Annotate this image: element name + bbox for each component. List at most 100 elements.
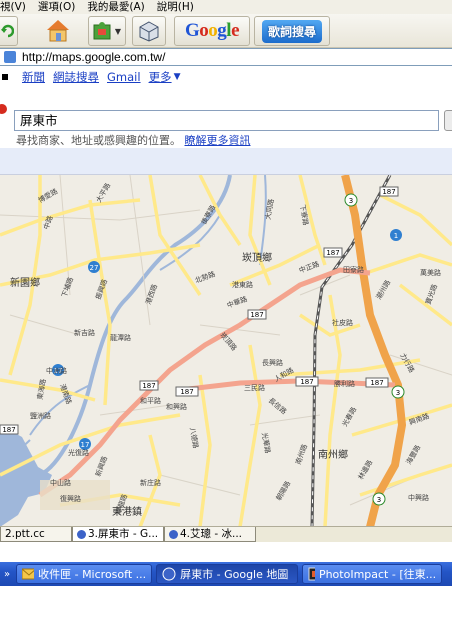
svg-text:下埔路: 下埔路 [59, 276, 75, 299]
svg-text:17: 17 [81, 441, 90, 449]
search-input[interactable]: 屏東市 [14, 110, 439, 131]
browser-icon [169, 529, 178, 539]
route-187-shield: 187 [0, 424, 19, 435]
route-1-shield: 1 [390, 229, 402, 241]
tab-third[interactable]: 4.艾璁 - 冰... [164, 527, 256, 542]
tab-ptt[interactable]: 2.ptt.cc [0, 527, 72, 542]
route-3-shield: 3 [372, 492, 386, 506]
tab-google-maps[interactable]: 3.屏東市 - G... [72, 527, 164, 542]
map-svg: 187 187 187 187 187 187 187 187 27 17 17… [0, 175, 452, 526]
svg-text:3: 3 [396, 389, 400, 397]
menu-options[interactable]: 選項(O) [38, 0, 75, 14]
route-187-shield: 187 [295, 376, 319, 387]
puzzle-icon [93, 22, 111, 40]
lyrics-search-button[interactable]: 歌詞搜尋 [254, 16, 330, 46]
menu-favorites[interactable]: 我的最愛(A) [87, 0, 144, 14]
svg-text:大平路: 大平路 [94, 181, 112, 204]
svg-text:中山路: 中山路 [50, 478, 71, 487]
nav-gmail[interactable]: Gmail [107, 70, 141, 84]
cube-icon [139, 21, 159, 42]
search-hint: 尋找商家、地址或感興趣的位置。 瞭解更多資訊 [16, 132, 251, 148]
taskbar-label: 收件匣 - Microsoft ... [38, 568, 147, 581]
nav-blog-search[interactable]: 網誌搜尋 [53, 69, 99, 85]
svg-text:中興路: 中興路 [408, 493, 429, 502]
taskbar-label: 屏東市 - Google 地圖 [180, 568, 289, 581]
highway-3 [341, 175, 407, 526]
svg-text:光春路: 光春路 [340, 405, 358, 428]
route-187-shield: 187 [379, 186, 399, 197]
svg-text:中洲路: 中洲路 [46, 366, 67, 375]
windows-taskbar: » 收件匣 - Microsoft ... 屏東市 - Google 地圖 Ph… [0, 562, 452, 586]
place-label: 崁頂鄉 [242, 251, 272, 264]
svg-text:新吉路: 新吉路 [74, 328, 95, 337]
svg-text:長信路: 長信路 [267, 396, 289, 416]
address-bar[interactable]: http://maps.google.com.tw/ [0, 48, 452, 66]
svg-text:27: 27 [90, 264, 99, 272]
svg-text:187: 187 [300, 378, 313, 386]
svg-text:北勢路: 北勢路 [194, 269, 217, 285]
mail-icon [22, 568, 35, 580]
google-logo: Google [185, 20, 239, 41]
browser-toolbar: ▼ Google 歌詞搜尋 [0, 14, 452, 48]
svg-text:龍潭路: 龍潭路 [110, 333, 131, 342]
svg-text:東海路: 東海路 [35, 378, 48, 400]
taskbar-outlook[interactable]: 收件匣 - Microsoft ... [16, 564, 153, 584]
route-27-shield: 27 [88, 261, 100, 273]
toolbar-tool-button[interactable] [132, 16, 166, 46]
svg-text:三民路: 三民路 [244, 383, 265, 392]
browser-icon [162, 567, 176, 581]
svg-text:光華路: 光華路 [260, 432, 273, 454]
google-toolbar-button[interactable]: Google [174, 16, 250, 46]
svg-text:光復路: 光復路 [68, 448, 89, 457]
svg-text:復興路: 復興路 [60, 494, 81, 503]
menu-bar: 視(V) 選項(O) 我的最愛(A) 說明(H) [0, 0, 452, 14]
svg-text:港東路: 港東路 [232, 280, 253, 289]
refresh-icon [1, 24, 14, 38]
home-button[interactable] [40, 16, 76, 46]
chevron-down-icon: ▼ [114, 26, 122, 36]
svg-text:勝利路: 勝利路 [334, 379, 355, 388]
route-187-shield: 187 [323, 247, 343, 258]
search-button[interactable] [444, 110, 452, 131]
coast-water [0, 425, 52, 526]
tab-label: 4.艾璁 - 冰... [180, 528, 242, 540]
taskbar-photoimpact[interactable]: PhotoImpact - [往東... [302, 564, 443, 584]
browser-icon [77, 529, 86, 539]
map-canvas[interactable]: 187 187 187 187 187 187 187 187 27 17 17… [0, 174, 452, 526]
nav-news[interactable]: 新聞 [22, 69, 45, 85]
menu-help[interactable]: 說明(H) [157, 0, 194, 14]
results-band [0, 148, 452, 174]
google-nav: 新聞 網誌搜尋 Gmail 更多 ▼ [0, 67, 452, 87]
refresh-button[interactable] [0, 16, 18, 46]
svg-text:潮州路: 潮州路 [374, 278, 392, 301]
menu-view[interactable]: 視(V) [0, 0, 26, 14]
svg-text:海豐路: 海豐路 [404, 443, 422, 466]
taskbar-browser[interactable]: 屏東市 - Google 地圖 [156, 564, 299, 584]
svg-text:田寮路: 田寮路 [343, 265, 364, 274]
railway-line [310, 175, 392, 526]
svg-text:中華路: 中華路 [226, 294, 249, 310]
expand-icon[interactable]: » [2, 569, 12, 580]
route-3-shield: 3 [391, 385, 405, 399]
svg-text:社皮路: 社皮路 [332, 318, 353, 327]
chevron-down-icon[interactable]: ▼ [174, 72, 181, 82]
route-187-shield: 187 [365, 377, 389, 388]
home-icon [47, 20, 69, 42]
place-label: 新園鄉 [10, 276, 40, 289]
svg-text:長興路: 長興路 [262, 358, 283, 367]
svg-text:187: 187 [382, 188, 395, 196]
addon-button[interactable]: ▼ [88, 16, 126, 46]
svg-text:萬美路: 萬美路 [420, 268, 441, 277]
maps-logo [0, 104, 7, 114]
nav-bullet [2, 74, 8, 80]
svg-text:187: 187 [2, 426, 15, 434]
svg-text:南州路: 南州路 [293, 443, 309, 466]
svg-text:3: 3 [377, 496, 381, 504]
learn-more-link[interactable]: 瞭解更多資訊 [185, 134, 251, 147]
taskbar-label: PhotoImpact - [往東... [318, 568, 437, 581]
page-icon [4, 51, 16, 63]
nav-more[interactable]: 更多 [149, 69, 172, 85]
route-187-shield: 187 [247, 309, 267, 320]
tab-strip: 2.ptt.cc 3.屏東市 - G... 4.艾璁 - 冰... [0, 526, 452, 542]
svg-text:187: 187 [250, 311, 263, 319]
